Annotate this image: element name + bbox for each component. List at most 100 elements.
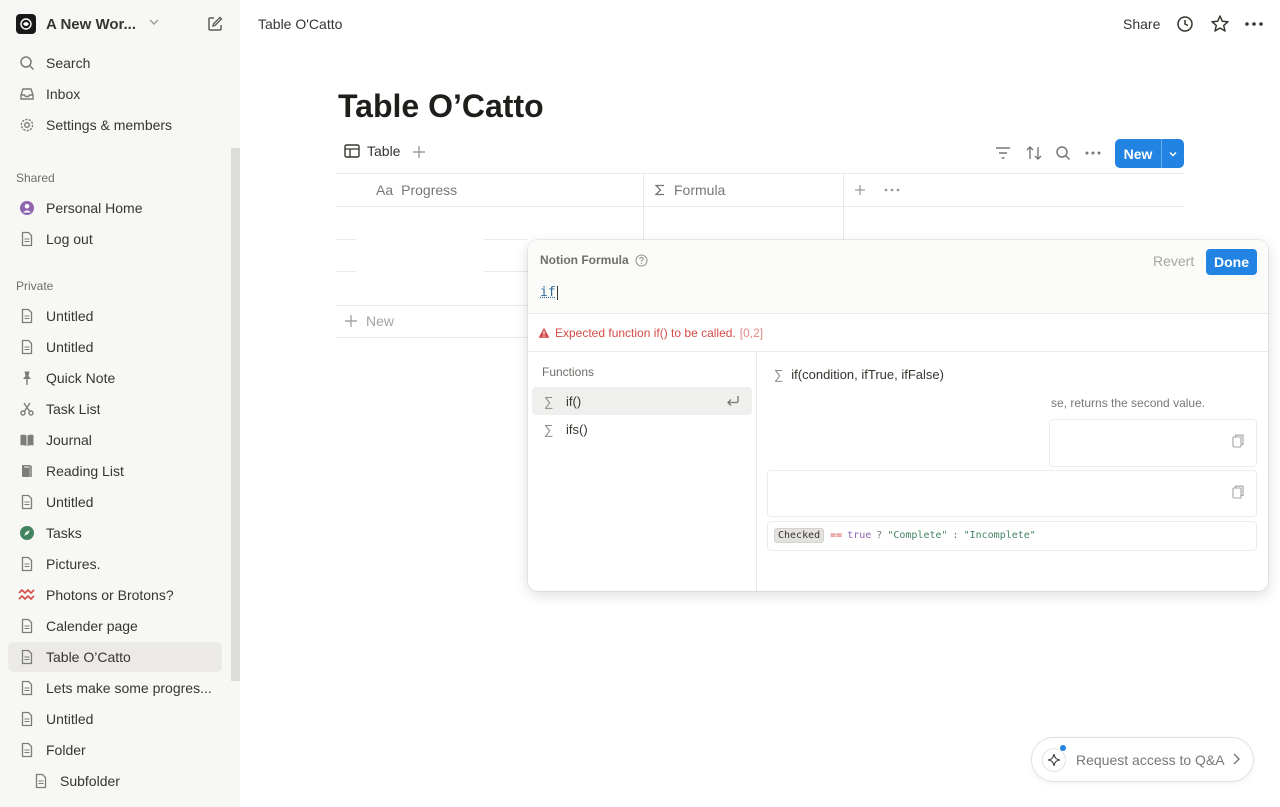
search-icon[interactable] [1054, 144, 1072, 162]
chevron-down-icon[interactable] [1162, 149, 1184, 159]
wave-icon [18, 586, 36, 604]
sidebar-scrollbar[interactable] [231, 148, 240, 681]
notification-dot [1060, 745, 1066, 751]
share-button[interactable]: Share [1123, 16, 1160, 32]
sidebar-item-tasks[interactable]: Tasks [8, 518, 222, 548]
more-icon[interactable] [1244, 14, 1264, 34]
page-icon [32, 772, 50, 790]
function-description: se, returns the second value. [1051, 396, 1206, 410]
divider [528, 351, 1268, 352]
plus-icon [345, 315, 357, 327]
more-icon[interactable] [884, 174, 900, 206]
column-divider [843, 174, 844, 240]
column-header-formula[interactable]: Formula [654, 174, 725, 206]
column-header-progress[interactable]: Aa Progress [376, 174, 457, 206]
page-icon [18, 617, 36, 635]
formula-title: Notion Formula [540, 253, 648, 267]
sidebar-item-reading-list[interactable]: Reading List [8, 456, 222, 486]
pin-icon [18, 369, 36, 387]
clock-icon[interactable] [1175, 14, 1195, 34]
breadcrumb[interactable]: Table O'Catto [258, 16, 342, 32]
example-box: Checked == true ? "Complete" : "Incomple… [767, 521, 1257, 551]
copy-icon[interactable] [1232, 434, 1244, 448]
function-item-ifs[interactable]: ∑ ifs() [532, 415, 752, 443]
page-icon [18, 230, 36, 248]
books-icon [18, 462, 36, 480]
example-box [1049, 419, 1257, 467]
sigma-icon [654, 184, 666, 196]
functions-section-label: Functions [542, 365, 595, 379]
tab-table-view[interactable]: Table [344, 143, 400, 159]
page-icon [18, 679, 36, 697]
table-icon [344, 144, 360, 158]
copy-icon[interactable] [1232, 485, 1244, 499]
page-icon [18, 741, 36, 759]
sidebar-item-lets-make-some-progress[interactable]: Lets make some progres... [8, 673, 222, 703]
sidebar-item-personal-home[interactable]: Personal Home [8, 193, 222, 223]
formula-input[interactable]: if [540, 285, 558, 300]
sidebar-item-journal[interactable]: Journal [8, 425, 222, 455]
sigma-icon: ∑ [544, 393, 554, 409]
section-label-private: Private [16, 279, 54, 293]
sort-icon[interactable] [1025, 144, 1043, 162]
function-item-if[interactable]: ∑ if() [532, 387, 752, 415]
table-bottom-border [336, 337, 528, 338]
sidebar-item-pictures[interactable]: Pictures. [8, 549, 222, 579]
table-top-border [336, 173, 1184, 174]
divider [756, 352, 757, 591]
sidebar-item-inbox[interactable]: Inbox [8, 79, 222, 109]
text-caret [556, 285, 558, 300]
compass-icon [18, 524, 36, 542]
row-border [336, 239, 356, 240]
formula-header [528, 240, 1268, 314]
sidebar-item-settings[interactable]: Settings & members [8, 110, 222, 140]
sidebar-item-search[interactable]: Search [8, 48, 222, 78]
warning-icon [538, 327, 550, 339]
page-icon [18, 338, 36, 356]
sidebar-item-photons-or-brotons[interactable]: Photons or Brotons? [8, 580, 222, 610]
scissors-icon [18, 400, 36, 418]
formula-error: Expected function if() to be called. [0,… [538, 326, 763, 340]
sidebar-item-untitled[interactable]: Untitled [8, 301, 222, 331]
gear-icon [18, 116, 36, 134]
sigma-icon: ∑ [544, 421, 554, 437]
sidebar: A New Wor... Search Inbox Settings & mem… [0, 0, 240, 807]
workspace-switcher[interactable]: A New Wor... [8, 8, 232, 40]
chevron-right-icon [1231, 752, 1241, 766]
done-button[interactable]: Done [1206, 249, 1257, 275]
chevron-down-icon[interactable] [148, 15, 160, 33]
example-box [767, 470, 1257, 517]
add-column-icon[interactable] [852, 174, 868, 206]
formula-editor-popup: Notion Formula Revert Done if Expected f… [528, 240, 1268, 591]
filter-icon[interactable] [994, 144, 1012, 162]
page-icon [18, 648, 36, 666]
text-type-icon: Aa [376, 182, 394, 198]
page-title[interactable]: Table O’Catto [338, 88, 544, 125]
revert-button[interactable]: Revert [1153, 253, 1194, 269]
sidebar-item-subfolder[interactable]: Subfolder [22, 766, 222, 796]
page-icon [18, 710, 36, 728]
sidebar-item-calender-page[interactable]: Calender page [8, 611, 222, 641]
sidebar-item-task-list[interactable]: Task List [8, 394, 222, 424]
enter-key-icon [726, 395, 740, 407]
sidebar-item-folder[interactable]: Folder [8, 735, 222, 765]
sidebar-item-untitled[interactable]: Untitled [8, 487, 222, 517]
property-chip: Checked [774, 528, 825, 543]
add-row-button[interactable]: New [344, 313, 394, 329]
sidebar-item-untitled[interactable]: Untitled [8, 332, 222, 362]
sidebar-item-table-ocatto[interactable]: Table O’Catto [8, 642, 222, 672]
workspace-logo-icon [16, 14, 36, 34]
new-page-icon[interactable] [206, 15, 224, 38]
add-view-icon[interactable] [410, 143, 428, 166]
sidebar-item-log-out[interactable]: Log out [8, 224, 222, 254]
request-access-qa-button[interactable]: Request access to Q&A [1031, 737, 1254, 782]
page-icon [18, 307, 36, 325]
more-icon[interactable] [1084, 144, 1102, 162]
help-icon[interactable] [635, 253, 648, 267]
function-signature: ∑ if(condition, ifTrue, ifFalse) [774, 367, 944, 382]
sidebar-item-quick-note[interactable]: Quick Note [8, 363, 222, 393]
star-icon[interactable] [1210, 14, 1230, 34]
new-button[interactable]: New [1115, 139, 1184, 168]
sidebar-item-untitled[interactable]: Untitled [8, 704, 222, 734]
inbox-icon [18, 85, 36, 103]
